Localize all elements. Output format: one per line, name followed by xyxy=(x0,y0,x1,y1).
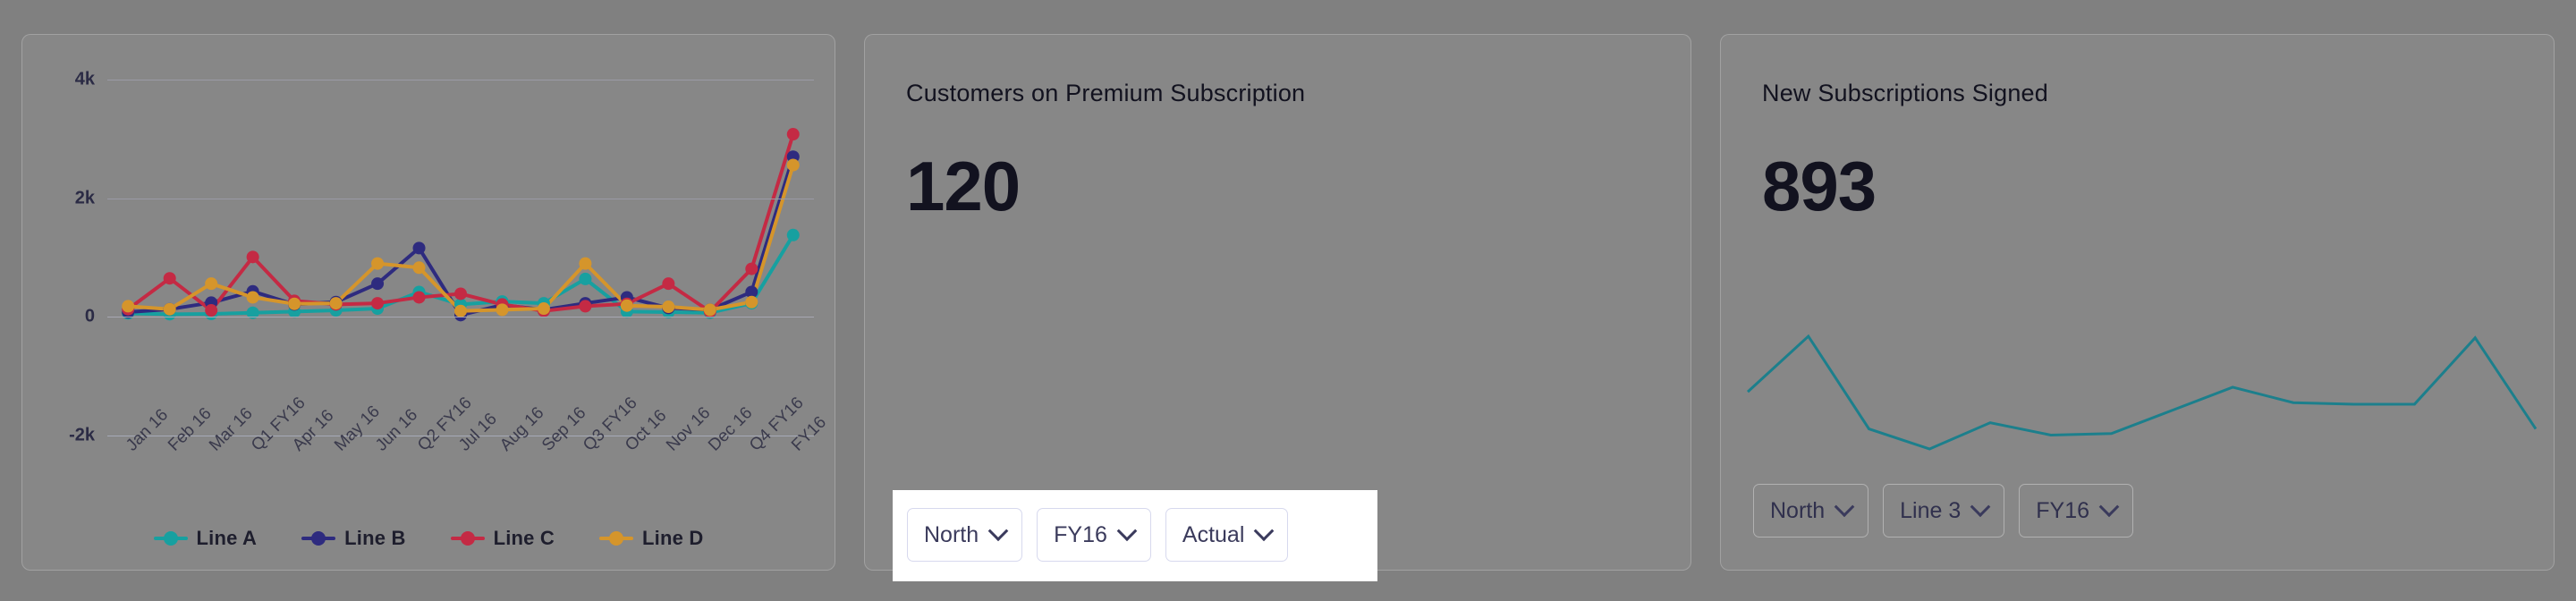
data-point xyxy=(371,297,385,310)
sparkline-new-subscriptions xyxy=(1748,330,2536,455)
data-point xyxy=(205,304,218,317)
chart-plot-area: 4k 2k 0 -2k xyxy=(69,70,814,445)
line-series-svg xyxy=(122,128,800,322)
data-point xyxy=(329,297,343,310)
data-point xyxy=(246,250,259,264)
kpi-value-new-subscriptions: 893 xyxy=(1762,147,1877,225)
kpi-title-new-subscriptions: New Subscriptions Signed xyxy=(1762,80,2048,106)
card-new-subscriptions: New Subscriptions Signed 893 North Line 3… xyxy=(1720,34,2555,571)
data-point xyxy=(163,272,176,285)
legend-item[interactable]: Line B xyxy=(301,527,405,550)
legend-item[interactable]: Line A xyxy=(153,527,258,550)
legend-label: Line C xyxy=(493,527,555,549)
data-point xyxy=(786,128,800,141)
data-point xyxy=(371,277,385,291)
data-point xyxy=(579,300,592,313)
kpi-value-customers-premium: 120 xyxy=(906,147,1021,225)
dropdown-label: FY16 xyxy=(2036,497,2090,523)
chevron-down-icon xyxy=(1834,496,1855,518)
legend-label: Line B xyxy=(344,527,406,549)
legend-marker-icon xyxy=(153,531,188,546)
data-point xyxy=(579,257,592,270)
chevron-down-icon xyxy=(987,521,1009,542)
y-axis-tick-label: -2k xyxy=(69,425,95,445)
data-point xyxy=(454,304,467,317)
data-point xyxy=(537,302,550,316)
data-point xyxy=(246,291,259,304)
data-point xyxy=(412,241,426,255)
legend-label: Line A xyxy=(196,527,258,549)
dropdown-fy16[interactable]: FY16 xyxy=(1037,508,1151,562)
dropdown-fy16[interactable]: FY16 xyxy=(2019,484,2134,538)
data-point xyxy=(662,277,675,291)
data-point xyxy=(496,303,509,317)
y-axis-tick-label: 4k xyxy=(74,69,95,89)
chevron-down-icon xyxy=(2098,496,2120,518)
data-point xyxy=(745,295,758,309)
card-multi-line-chart: 4k 2k 0 -2k Jan 16 Feb 16 Mar 16 Q1 FY16 Apr 16… xyxy=(21,34,835,571)
data-point xyxy=(745,262,758,275)
data-point xyxy=(662,300,675,314)
data-point xyxy=(786,228,800,241)
chart-legend: Line A Line B Line C Line D xyxy=(22,527,835,550)
chevron-down-icon xyxy=(1116,521,1138,542)
chevron-down-icon xyxy=(1254,521,1275,542)
legend-item[interactable]: Line C xyxy=(450,527,555,550)
filter-row-new-subscriptions: North Line 3 FY16 xyxy=(1753,484,2134,538)
series-line-line-c xyxy=(128,134,793,311)
data-point xyxy=(205,277,218,291)
dropdown-label: North xyxy=(1770,497,1826,523)
legend-marker-icon xyxy=(301,531,336,546)
data-point xyxy=(786,158,800,172)
y-axis-tick-label: 0 xyxy=(84,306,95,326)
data-point xyxy=(288,297,301,310)
spotlight-highlight-region: North FY16 Actual xyxy=(893,490,1377,581)
data-point xyxy=(122,300,135,313)
dropdown-label: North xyxy=(924,521,979,547)
data-point xyxy=(454,287,467,300)
x-axis-labels: Jan 16 Feb 16 Mar 16 Q1 FY16 Apr 16 May 16 Jun… xyxy=(107,394,829,538)
chart-wrapper: 4k 2k 0 -2k Jan 16 Feb 16 Mar 16 Q1 FY16 Apr 16… xyxy=(22,35,835,570)
data-point xyxy=(703,303,716,317)
dashboard-root: 4k 2k 0 -2k Jan 16 Feb 16 Mar 16 Q1 FY16 Apr 16… xyxy=(0,0,2576,601)
dropdown-line-3[interactable]: Line 3 xyxy=(1883,484,2005,538)
chevron-down-icon xyxy=(1970,496,1991,518)
sparkline-path xyxy=(1748,336,2536,449)
data-point xyxy=(579,272,592,285)
kpi-title-customers-premium: Customers on Premium Subscription xyxy=(906,80,1306,106)
dropdown-north[interactable]: North xyxy=(1753,484,1869,538)
dropdown-label: Actual xyxy=(1182,521,1245,547)
dropdown-north[interactable]: North xyxy=(907,508,1023,562)
dropdown-label: FY16 xyxy=(1054,521,1107,547)
dropdown-actual[interactable]: Actual xyxy=(1165,508,1289,562)
data-point xyxy=(620,299,633,312)
legend-label: Line D xyxy=(642,527,704,549)
dropdown-label: Line 3 xyxy=(1900,497,1962,523)
data-point xyxy=(412,291,426,304)
legend-marker-icon xyxy=(450,531,485,546)
legend-item[interactable]: Line D xyxy=(599,527,703,550)
data-point xyxy=(163,302,176,316)
filter-row-customers-premium: North FY16 Actual xyxy=(907,508,1289,562)
legend-marker-icon xyxy=(599,531,634,546)
data-point xyxy=(412,261,426,275)
data-point xyxy=(371,257,385,270)
y-axis-tick-label: 2k xyxy=(74,188,95,208)
